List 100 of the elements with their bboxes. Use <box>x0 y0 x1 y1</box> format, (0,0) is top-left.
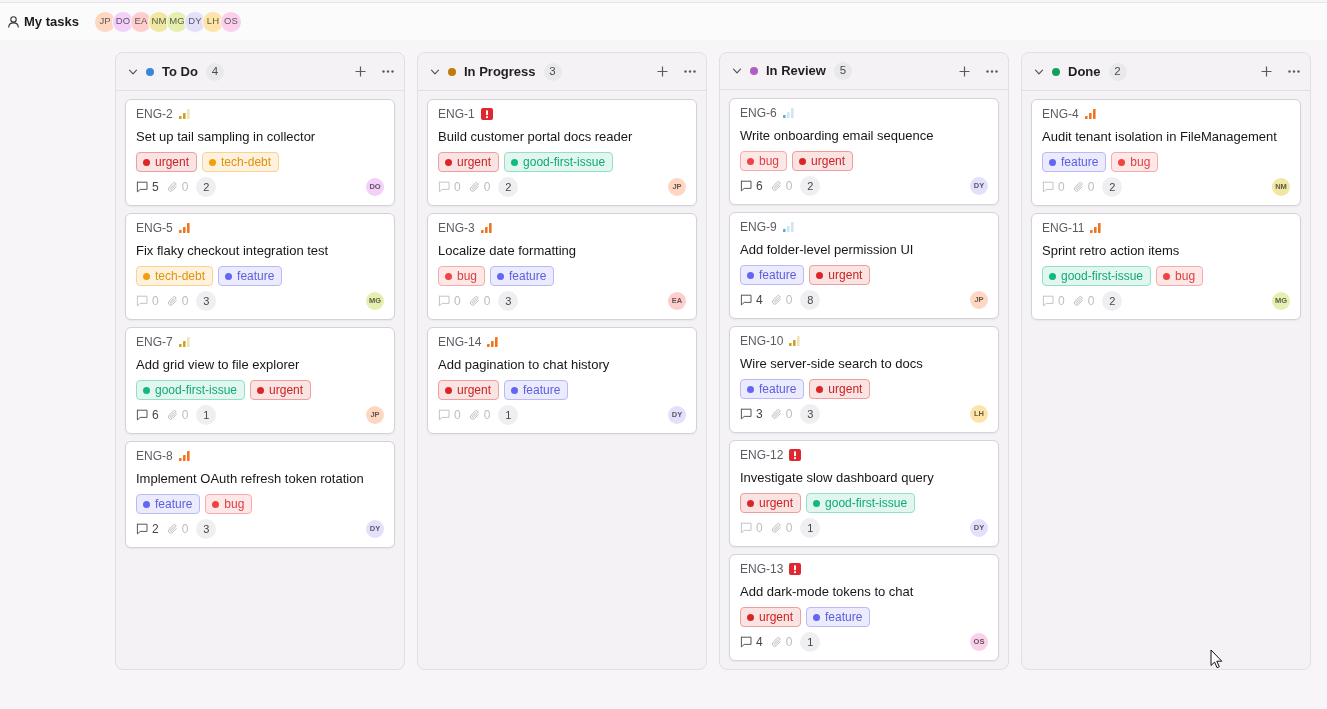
subtask-count: 3 <box>498 291 519 311</box>
subtask-count: 2 <box>196 177 217 197</box>
task-id: ENG-7 <box>136 334 173 350</box>
paperclip-icon <box>166 523 178 535</box>
member-avatar[interactable]: NM <box>147 10 170 33</box>
tag-name: bug <box>1175 268 1196 285</box>
member-avatar[interactable]: LH <box>201 10 224 33</box>
comment-icon <box>1042 295 1054 307</box>
member-avatar[interactable]: OS <box>219 10 242 33</box>
priority-bars-icon <box>782 108 794 118</box>
tag-name: feature <box>1061 154 1099 171</box>
subtask-count: 2 <box>800 176 821 196</box>
task-id: ENG-14 <box>438 334 482 350</box>
comment-count: 0 <box>454 294 461 308</box>
paperclip-icon <box>770 636 782 648</box>
attachment-count: 0 <box>181 522 189 536</box>
tag-name: bug <box>457 268 478 285</box>
comment-icon <box>740 636 752 648</box>
priority-bars-icon <box>178 109 190 119</box>
task-title: Add dark-mode tokens to chat <box>740 583 915 601</box>
task-id: ENG-4 <box>1042 106 1079 122</box>
paperclip-icon <box>770 180 782 192</box>
task-id: ENG-6 <box>740 105 777 121</box>
member-avatar[interactable]: JP <box>93 10 116 33</box>
comment-count: 0 <box>152 294 159 308</box>
paperclip-icon <box>468 295 480 307</box>
tag-name: feature <box>237 268 275 285</box>
tag-name: urgent <box>269 382 304 399</box>
member-avatar[interactable]: DY <box>183 10 206 33</box>
attachment-count: 0 <box>483 294 491 308</box>
comment-count: 3 <box>756 407 763 421</box>
tag-name: good-first-issue <box>523 154 606 171</box>
attachment-count: 0 <box>1087 180 1095 194</box>
paperclip-icon <box>770 408 782 420</box>
paperclip-icon <box>1072 181 1084 193</box>
task-title: Investigate slow dashboard query <box>740 469 935 487</box>
tag-name: feature <box>759 381 797 398</box>
task-id: ENG-2 <box>136 106 173 122</box>
person-icon <box>8 15 19 28</box>
subtask-count: 3 <box>800 404 821 424</box>
task-title: Build customer portal docs reader <box>438 128 634 146</box>
more-icon[interactable] <box>684 70 696 73</box>
priority-bars-icon <box>178 223 190 233</box>
paperclip-icon <box>770 294 782 306</box>
tag-name: urgent <box>155 154 190 171</box>
subtask-count: 1 <box>800 632 821 652</box>
comment-icon <box>740 408 752 420</box>
more-icon[interactable] <box>382 70 394 73</box>
subtask-count: 3 <box>196 519 217 539</box>
member-avatar[interactable]: EA <box>129 10 152 33</box>
priority-bars-icon <box>487 337 499 347</box>
task-id: ENG-9 <box>740 219 777 235</box>
column-title: In Progress <box>464 62 536 81</box>
task-id: ENG-12 <box>740 447 784 463</box>
tag-name: feature <box>825 609 863 626</box>
tag-name: good-first-issue <box>155 382 238 399</box>
task-title: Localize date formatting <box>438 242 578 260</box>
more-icon[interactable] <box>986 69 998 73</box>
add-icon[interactable] <box>657 66 668 77</box>
comment-count: 0 <box>1058 180 1065 194</box>
priority-bars-icon <box>789 336 801 346</box>
task-count: 2 <box>1108 62 1127 81</box>
comment-count: 0 <box>756 521 763 535</box>
add-icon[interactable] <box>959 65 970 77</box>
tag-name: urgent <box>759 609 794 626</box>
priority-bars-icon <box>1090 223 1102 233</box>
comment-icon <box>740 180 752 192</box>
priority-bars-icon <box>178 337 190 347</box>
tag-name: urgent <box>828 267 863 284</box>
tag-name: tech-debt <box>155 268 206 285</box>
attachment-count: 0 <box>785 635 793 649</box>
column-title: Done <box>1068 62 1101 81</box>
task-id: ENG-1 <box>438 106 475 122</box>
comment-icon <box>438 409 450 421</box>
more-icon[interactable] <box>1288 70 1300 73</box>
add-icon[interactable] <box>1261 66 1272 77</box>
subtask-count: 8 <box>800 290 821 310</box>
subtask-count: 3 <box>196 291 217 311</box>
task-id: ENG-10 <box>740 333 784 349</box>
attachment-count: 0 <box>181 294 189 308</box>
comment-icon <box>1042 181 1054 193</box>
member-avatar[interactable]: MG <box>165 10 188 33</box>
comment-icon <box>136 409 148 421</box>
add-icon[interactable] <box>355 66 366 77</box>
tag-name: feature <box>509 268 547 285</box>
task-id: ENG-3 <box>438 220 475 236</box>
chevron-down-icon[interactable] <box>732 66 742 76</box>
comment-count: 4 <box>756 293 763 307</box>
task-title: Write onboarding email sequence <box>740 127 935 145</box>
attachment-count: 0 <box>181 408 189 422</box>
tag-name: feature <box>759 267 797 284</box>
paperclip-icon <box>770 522 782 534</box>
member-avatar[interactable]: DO <box>111 10 134 33</box>
attachment-count: 0 <box>785 521 793 535</box>
tag-name: urgent <box>457 154 492 171</box>
subtask-count: 1 <box>800 518 821 538</box>
comment-count: 0 <box>454 180 461 194</box>
comment-count: 0 <box>454 408 461 422</box>
task-title: Add pagination to chat history <box>438 356 611 374</box>
exclamation-icon <box>789 449 802 461</box>
